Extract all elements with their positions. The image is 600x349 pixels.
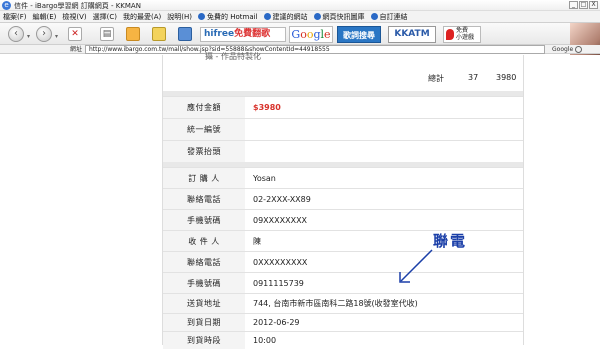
menu-help[interactable]: 說明(H) bbox=[167, 12, 192, 22]
window-controls: _ □ X bbox=[569, 1, 598, 9]
maximize-button[interactable]: □ bbox=[579, 1, 588, 9]
annotation-label: 聯電 bbox=[433, 232, 468, 250]
menu-file[interactable]: 檔案(F) bbox=[3, 12, 27, 22]
row-orderer-phone: 聯絡電話 02-2XXX-XX89 bbox=[163, 188, 523, 209]
row-key: 手機號碼 bbox=[163, 210, 245, 230]
back-dropdown-icon[interactable]: ▾ bbox=[27, 33, 30, 40]
annotation-arrow bbox=[399, 249, 433, 283]
package-icon[interactable] bbox=[178, 27, 192, 41]
row-key: 統一編號 bbox=[163, 119, 245, 140]
hifree-logo: hifree bbox=[204, 29, 235, 39]
row-key: 到貨時段 bbox=[163, 332, 245, 349]
back-button[interactable]: ‹ bbox=[8, 26, 24, 42]
row-key: 發票抬頭 bbox=[163, 141, 245, 162]
row-value: 744, 台南市新市區南科二路18號(收發室代收) bbox=[253, 299, 418, 308]
ie-link-icon bbox=[198, 13, 206, 20]
row-key: 手機號碼 bbox=[163, 273, 245, 293]
row-orderer-mobile: 手機號碼 09XXXXXXXX bbox=[163, 209, 523, 230]
link-hotmail[interactable]: 免費的 Hotmail bbox=[198, 12, 258, 22]
row-orderer: 訂 購 人 Yosan bbox=[163, 167, 523, 188]
url-field[interactable]: http://www.ibargo.com.tw/mall/show.jsp?s… bbox=[85, 45, 545, 54]
ie-link-icon bbox=[370, 13, 378, 20]
free-games-button[interactable]: 免費 小遊戲 bbox=[443, 26, 481, 43]
row-key: 應付金額 bbox=[163, 97, 245, 118]
link-suggested-sites[interactable]: 建議的網站 bbox=[263, 12, 308, 22]
row-recipient-mobile: 手機號碼 0911115739 bbox=[163, 272, 523, 293]
address-bar: 網址 http://www.ibargo.com.tw/mall/show.js… bbox=[0, 45, 600, 54]
row-value: 09XXXXXXXX bbox=[253, 215, 308, 225]
google-search-label: Google bbox=[552, 46, 574, 53]
folder-icon[interactable] bbox=[152, 27, 166, 41]
row-key: 聯絡電話 bbox=[163, 189, 245, 209]
row-key: 訂 購 人 bbox=[163, 168, 245, 188]
row-key: 送貨地址 bbox=[163, 294, 245, 313]
order-details: 攝 - 作品特製化 總計 37 3980 應付金額 $3980 統一編號 發票抬… bbox=[162, 52, 524, 349]
row-amount-due: 應付金額 $3980 bbox=[163, 96, 523, 118]
row-value: 02-2XXX-XX89 bbox=[253, 194, 311, 204]
row-key: 到貨日期 bbox=[163, 314, 245, 331]
link-suggested-label: 建議的網站 bbox=[272, 12, 308, 21]
total-label: 總計 bbox=[428, 74, 444, 83]
row-value: 2012-06-29 bbox=[253, 318, 300, 327]
page-icon[interactable]: ▤ bbox=[100, 27, 114, 41]
total-amount: 3980 bbox=[496, 73, 517, 82]
hifree-label: 免費翻歌 bbox=[234, 29, 271, 39]
game-line2: 小遊戲 bbox=[456, 34, 475, 41]
menu-choose[interactable]: 選擇(C) bbox=[93, 12, 117, 22]
link-custom-label: 自訂連結 bbox=[379, 12, 408, 21]
game-line1: 免費 bbox=[456, 27, 469, 34]
row-value: 陳 bbox=[253, 236, 261, 246]
minimize-button[interactable]: _ bbox=[569, 1, 578, 9]
truncated-item-text: 攝 - 作品特製化 bbox=[205, 52, 261, 61]
row-recipient-phone: 聯絡電話 0XXXXXXXXX bbox=[163, 251, 523, 272]
row-value: $3980 bbox=[253, 103, 281, 112]
page-content: 攝 - 作品特製化 總計 37 3980 應付金額 $3980 統一編號 發票抬… bbox=[0, 52, 600, 349]
forward-dropdown-icon[interactable]: ▾ bbox=[55, 33, 58, 40]
row-tax-id: 統一編號 bbox=[163, 118, 523, 140]
link-hotmail-label: 免費的 Hotmail bbox=[207, 12, 258, 21]
menu-favorites[interactable]: 我的最愛(A) bbox=[123, 12, 161, 22]
browser-icon: e bbox=[2, 1, 11, 10]
hifree-button[interactable]: hifree免費翻歌 bbox=[200, 27, 286, 42]
menu-edit[interactable]: 編輯(E) bbox=[33, 12, 57, 22]
link-web-slices-label: 網頁快訊圖庫 bbox=[322, 12, 365, 21]
row-value: 10:00 bbox=[253, 336, 277, 345]
link-custom[interactable]: 自訂連結 bbox=[370, 12, 408, 22]
order-summary: 總計 37 3980 bbox=[163, 65, 523, 91]
menu-view[interactable]: 檢視(V) bbox=[62, 12, 86, 22]
title-bar: e 信件 - iBargo學習網 訂購網頁 - KKMAN _ □ X bbox=[0, 0, 600, 11]
map-pin-icon bbox=[446, 29, 454, 40]
row-delivery-date: 到貨日期 2012-06-29 bbox=[163, 313, 523, 331]
row-value: 0XXXXXXXXX bbox=[253, 257, 308, 267]
ie-link-icon bbox=[263, 13, 271, 20]
toolbar: ‹ ▾ › ▾ ✕ ▤ hifree免費翻歌 Google 歌詞搜尋 KKATM… bbox=[0, 23, 600, 68]
row-value: 0911115739 bbox=[253, 278, 304, 288]
row-invoice-title: 發票抬頭 bbox=[163, 140, 523, 162]
close-button[interactable]: X bbox=[589, 1, 598, 9]
row-delivery-time: 到貨時段 10:00 bbox=[163, 331, 523, 349]
row-value: Yosan bbox=[253, 173, 276, 183]
row-delivery-address: 送貨地址 744, 台南市新市區南科二路18號(收發室代收) bbox=[163, 293, 523, 313]
search-icon[interactable] bbox=[575, 46, 582, 53]
stop-icon[interactable]: ✕ bbox=[68, 27, 82, 41]
lyrics-search-button[interactable]: 歌詞搜尋 bbox=[337, 26, 381, 43]
window-title: 信件 - iBargo學習網 訂購網頁 - KKMAN bbox=[14, 2, 141, 10]
google-button[interactable]: Google bbox=[289, 26, 333, 43]
row-recipient: 收 件 人 陳 bbox=[163, 230, 523, 251]
ie-link-icon bbox=[313, 13, 321, 20]
row-key: 聯絡電話 bbox=[163, 252, 245, 272]
total-quantity: 37 bbox=[468, 73, 479, 82]
link-web-slices[interactable]: 網頁快訊圖庫 bbox=[313, 12, 365, 22]
address-label: 網址 bbox=[70, 46, 83, 53]
kkatm-button[interactable]: KKATM bbox=[388, 26, 436, 43]
home-icon[interactable] bbox=[126, 27, 140, 41]
forward-button[interactable]: › bbox=[36, 26, 52, 42]
menu-bar: 檔案(F) 編輯(E) 檢視(V) 選擇(C) 我的最愛(A) 說明(H) 免費… bbox=[0, 11, 600, 23]
row-key: 收 件 人 bbox=[163, 231, 245, 251]
